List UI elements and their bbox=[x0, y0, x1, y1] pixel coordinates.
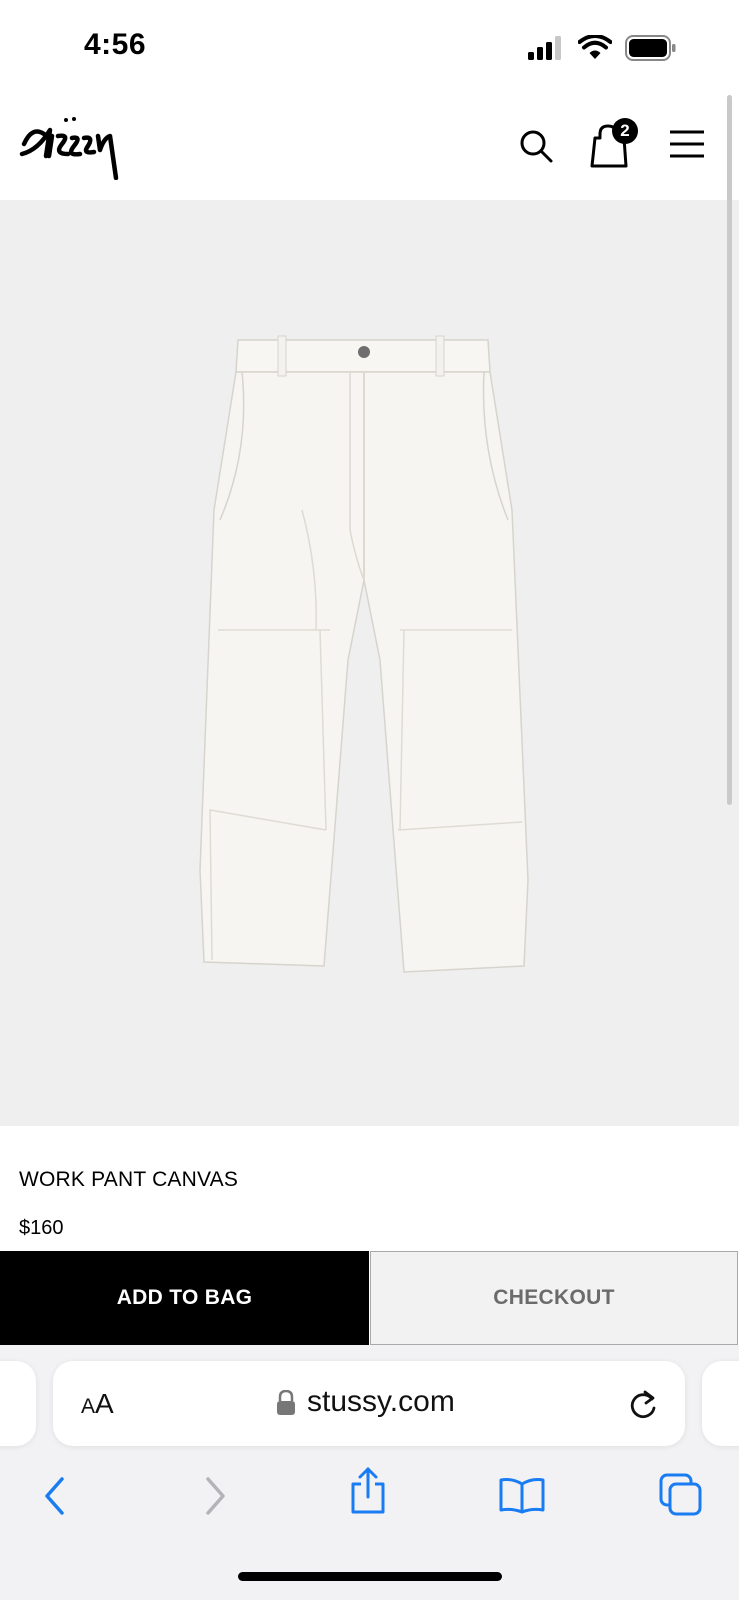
bookmarks-icon[interactable] bbox=[498, 1476, 546, 1514]
aa-small-label: A bbox=[81, 1395, 96, 1418]
battery-icon bbox=[625, 35, 676, 61]
menu-button[interactable] bbox=[668, 126, 706, 162]
wifi-icon bbox=[578, 35, 612, 59]
add-to-bag-button[interactable]: ADD TO BAG bbox=[0, 1251, 369, 1345]
product-image-container[interactable] bbox=[0, 200, 739, 1126]
back-icon[interactable] bbox=[42, 1476, 68, 1516]
checkout-button[interactable]: CHECKOUT bbox=[370, 1251, 738, 1345]
menu-icon bbox=[670, 130, 704, 158]
home-indicator bbox=[238, 1572, 502, 1581]
url-text[interactable]: stussy.com bbox=[307, 1385, 455, 1419]
tabs-icon[interactable] bbox=[658, 1472, 704, 1518]
previous-tab-preview[interactable] bbox=[0, 1361, 36, 1446]
next-tab-preview[interactable] bbox=[702, 1361, 739, 1446]
aa-large-label: A bbox=[95, 1388, 114, 1419]
scrollbar[interactable] bbox=[727, 95, 732, 805]
status-time: 4:56 bbox=[84, 28, 147, 61]
share-icon[interactable] bbox=[349, 1466, 387, 1516]
forward-icon[interactable] bbox=[202, 1476, 228, 1516]
search-icon bbox=[520, 130, 553, 163]
product-name: WORK PANT CANVAS bbox=[19, 1168, 239, 1191]
status-bar: 4:56 bbox=[0, 0, 739, 96]
site-header: 2 bbox=[0, 96, 739, 200]
search-button[interactable] bbox=[516, 126, 556, 166]
product-price: $160 bbox=[19, 1217, 64, 1239]
reload-icon[interactable] bbox=[628, 1389, 658, 1421]
page-settings-button[interactable]: AA bbox=[81, 1388, 114, 1420]
stussy-logo[interactable] bbox=[18, 110, 128, 180]
signal-icon bbox=[528, 36, 561, 60]
cart-button[interactable]: 2 bbox=[590, 118, 642, 170]
lock-icon bbox=[277, 1390, 295, 1415]
cart-count-badge: 2 bbox=[612, 118, 638, 144]
work-pant-canvas-image bbox=[199, 335, 529, 973]
